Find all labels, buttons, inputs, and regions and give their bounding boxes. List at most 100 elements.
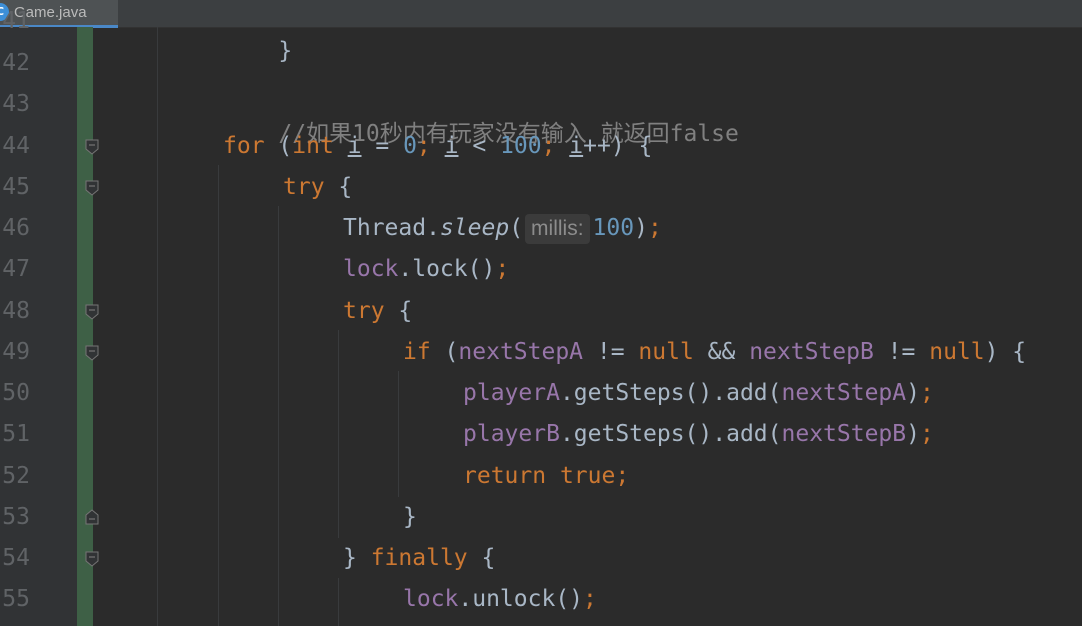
code-line-53[interactable]: } xyxy=(403,502,417,532)
code-line-52[interactable]: return true; xyxy=(463,461,629,491)
token: && xyxy=(693,339,750,365)
code-line-44[interactable]: for (int i = 0; i < 100; i++) { xyxy=(223,131,652,161)
number-literal: 100 xyxy=(592,215,635,241)
field-next-step-b: nextStepB xyxy=(781,421,907,447)
fold-end-icon[interactable] xyxy=(85,509,99,525)
method-sleep: sleep xyxy=(439,215,510,241)
fold-collapse-icon[interactable] xyxy=(85,345,99,361)
line-number: 54 xyxy=(2,545,30,571)
fold-collapse-icon[interactable] xyxy=(85,139,99,155)
field-next-step-b: nextStepB xyxy=(749,339,874,365)
keyword-for: for xyxy=(223,133,265,159)
line-number: 48 xyxy=(2,298,30,324)
code-line-54[interactable]: } finally { xyxy=(343,543,495,573)
semicolon: ; xyxy=(919,421,934,447)
field-lock: lock xyxy=(403,586,459,612)
code-line-46[interactable]: Thread.sleep(millis: 100); xyxy=(343,213,662,244)
fold-collapse-icon[interactable] xyxy=(85,180,99,196)
semicolon: ; xyxy=(416,133,445,159)
token: = xyxy=(361,133,404,159)
field-player-b: playerB xyxy=(463,421,560,447)
indent-guide xyxy=(278,206,279,626)
line-number: 47 xyxy=(2,256,30,282)
keyword-try: try xyxy=(343,298,385,324)
indent-guide xyxy=(157,27,158,626)
token: .unlock() xyxy=(458,586,584,612)
line-number: 44 xyxy=(2,133,30,159)
editor-tab-bar: C Game.java xyxy=(0,0,1082,28)
keyword-null: null xyxy=(638,339,694,365)
field-lock: lock xyxy=(343,256,399,282)
semicolon: ; xyxy=(647,215,662,241)
line-number: 49 xyxy=(2,339,30,365)
parameter-hint: millis: xyxy=(525,214,590,244)
code-line-45[interactable]: try { xyxy=(283,172,352,202)
indent-guide xyxy=(398,371,399,497)
line-number: 41 xyxy=(2,8,30,34)
semicolon: ; xyxy=(615,463,630,489)
token: .getSteps().add( xyxy=(559,380,782,406)
line-number: 50 xyxy=(2,380,30,406)
keyword-finally: finally xyxy=(370,545,468,571)
editor-window: C Game.java 41 42 43 44 45 46 47 48 49 5… xyxy=(0,0,1082,626)
closing-brace: } xyxy=(403,504,417,530)
token: ) xyxy=(906,380,920,406)
fold-collapse-icon[interactable] xyxy=(85,551,99,567)
semicolon: ; xyxy=(495,256,510,282)
field-player-a: playerA xyxy=(463,380,560,406)
token: ( xyxy=(430,339,459,365)
semicolon: ; xyxy=(919,380,934,406)
line-number: 53 xyxy=(2,504,30,530)
token: ++) { xyxy=(583,133,653,159)
variable-i: i xyxy=(444,133,459,159)
token: ( xyxy=(509,215,524,241)
code-line-48[interactable]: try { xyxy=(343,296,412,326)
number-literal: 0 xyxy=(403,133,417,159)
keyword-true: true xyxy=(559,463,616,489)
keyword-try: try xyxy=(283,174,325,200)
keyword-null: null xyxy=(929,339,985,365)
indent-guide xyxy=(338,330,339,538)
fold-collapse-icon[interactable] xyxy=(85,304,99,320)
token: != xyxy=(583,339,639,365)
number-literal: 100 xyxy=(500,133,542,159)
keyword-if: if xyxy=(403,339,431,365)
line-number: 43 xyxy=(2,91,30,117)
line-number: 42 xyxy=(2,50,30,76)
token: .getSteps().add( xyxy=(559,421,782,447)
token: { xyxy=(384,298,413,324)
vcs-change-fill xyxy=(77,27,93,626)
semicolon: ; xyxy=(541,133,570,159)
token: { xyxy=(324,174,353,200)
vcs-change-marker[interactable] xyxy=(77,27,93,626)
token: != xyxy=(873,339,930,365)
code-line-49[interactable]: if (nextStepA != null && nextStepB != nu… xyxy=(403,337,1026,367)
closing-brace: } xyxy=(278,38,293,64)
code-line-47[interactable]: lock.lock(); xyxy=(343,254,509,284)
class-thread: Thread. xyxy=(343,215,440,241)
code-line-51[interactable]: playerB.getSteps().add(nextStepB); xyxy=(463,419,934,449)
token: .lock() xyxy=(398,256,496,282)
indent-guide xyxy=(218,165,219,626)
line-number: 52 xyxy=(2,463,30,489)
line-number: 45 xyxy=(2,174,30,200)
token: < xyxy=(458,133,501,159)
token: ( xyxy=(264,133,293,159)
token: ) xyxy=(906,421,920,447)
code-line-41[interactable]: } xyxy=(223,6,292,96)
variable-i: i xyxy=(347,133,362,159)
code-line-55[interactable]: lock.unlock(); xyxy=(403,584,597,614)
variable-i: i xyxy=(569,133,584,159)
token: ) xyxy=(634,215,648,241)
indent-guide xyxy=(338,578,339,626)
token: ) { xyxy=(984,339,1027,365)
field-next-step-a: nextStepA xyxy=(458,339,584,365)
code-line-50[interactable]: playerA.getSteps().add(nextStepA); xyxy=(463,378,934,408)
line-number: 55 xyxy=(2,586,30,612)
field-next-step-a: nextStepA xyxy=(781,380,907,406)
semicolon: ; xyxy=(583,586,597,612)
line-number: 51 xyxy=(2,421,30,447)
token: { xyxy=(467,545,496,571)
